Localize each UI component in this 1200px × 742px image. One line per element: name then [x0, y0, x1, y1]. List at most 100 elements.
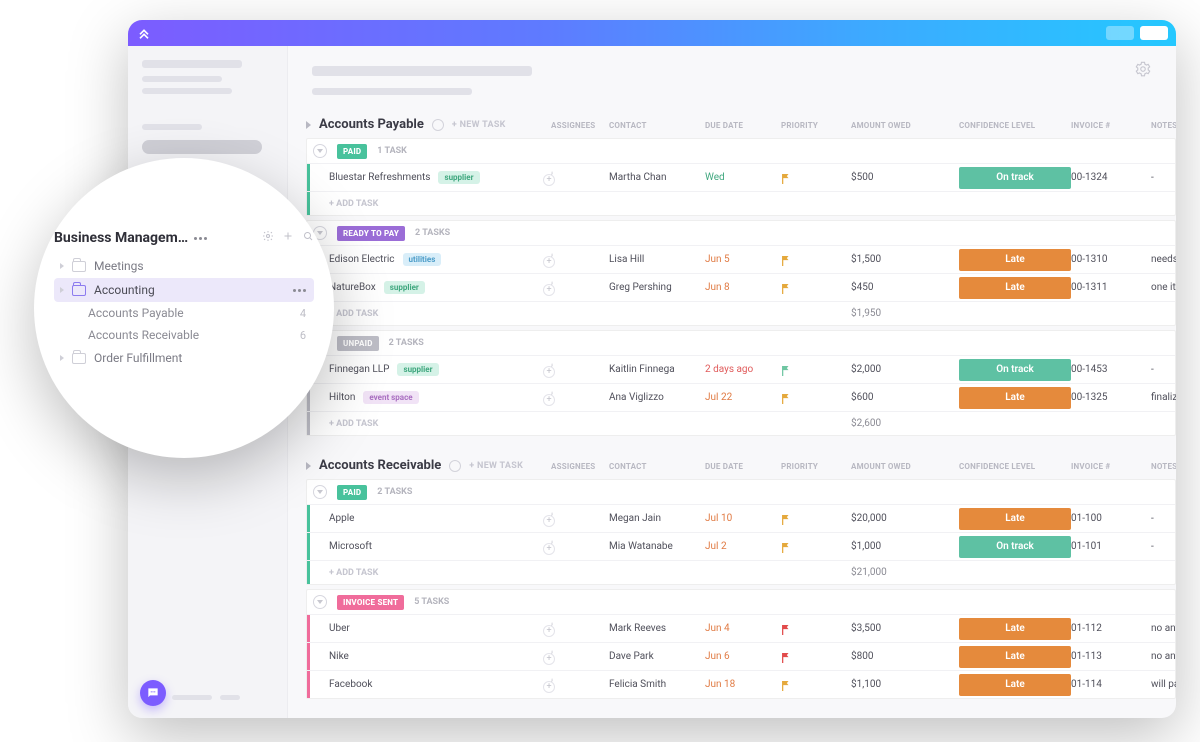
due-date-cell[interactable]: Jun 8	[705, 282, 781, 293]
chat-fab[interactable]	[140, 680, 166, 706]
contact-cell: Felicia Smith	[609, 679, 705, 690]
task-row[interactable]: UberMark ReevesJun 4$3,500Late01-112no a…	[307, 614, 1175, 642]
priority-flag-icon[interactable]	[781, 542, 791, 552]
priority-flag-icon[interactable]	[781, 624, 791, 634]
confidence-badge[interactable]: Late	[959, 508, 1071, 530]
assignee-add-icon[interactable]	[551, 650, 553, 663]
task-row[interactable]: AppleMegan JainJul 10$20,000Late01-100-	[307, 504, 1175, 532]
status-chip[interactable]: INVOICE SENT	[337, 595, 404, 610]
tag[interactable]: event space	[363, 391, 418, 404]
assignee-add-icon[interactable]	[551, 391, 553, 404]
priority-flag-icon[interactable]	[781, 365, 791, 375]
group-collapse-icon[interactable]	[313, 485, 327, 499]
priority-flag-icon[interactable]	[781, 173, 791, 183]
status-chip[interactable]: READY TO PAY	[337, 226, 405, 241]
gear-icon[interactable]	[262, 230, 274, 246]
space-header[interactable]: Business Managem…	[54, 230, 314, 254]
titlebar-button[interactable]	[1106, 26, 1134, 40]
search-icon[interactable]	[302, 230, 314, 246]
task-count: 2 TASKS	[389, 338, 424, 348]
priority-flag-icon[interactable]	[781, 680, 791, 690]
invoice-cell: 00-1311	[1071, 282, 1151, 293]
settings-icon[interactable]	[1134, 60, 1152, 82]
priority-flag-icon[interactable]	[781, 283, 791, 293]
magnifier-overlay: Business Managem… MeetingsAccountingAcco…	[34, 158, 334, 458]
task-row[interactable]: NikeDave ParkJun 6$800Late01-113no answe…	[307, 642, 1175, 670]
contact-cell: Mia Watanabe	[609, 541, 705, 552]
group-collapse-icon[interactable]	[313, 144, 327, 158]
assignee-add-icon[interactable]	[551, 540, 553, 553]
task-row[interactable]: NatureBoxsupplierGreg PershingJun 8$450L…	[307, 273, 1175, 301]
tag[interactable]: supplier	[438, 171, 479, 184]
add-task-row[interactable]: + ADD TASK$21,000	[307, 560, 1175, 584]
due-date-cell[interactable]: Wed	[705, 172, 781, 183]
sidebar-list[interactable]: Accounts Payable4	[54, 302, 314, 324]
confidence-badge[interactable]: Late	[959, 674, 1071, 696]
assignee-add-icon[interactable]	[551, 171, 553, 184]
sidebar-folder[interactable]: Accounting	[54, 278, 314, 302]
priority-flag-icon[interactable]	[781, 514, 791, 524]
due-date-cell[interactable]: 2 days ago	[705, 364, 781, 375]
assignee-add-icon[interactable]	[551, 622, 553, 635]
due-date-cell[interactable]: Jun 18	[705, 679, 781, 690]
task-row[interactable]: FacebookFelicia SmithJun 18$1,100Late01-…	[307, 670, 1175, 698]
notes-cell: no anwer	[1151, 623, 1176, 634]
sidebar-list[interactable]: Accounts Receivable6	[54, 324, 314, 346]
group-collapse-icon[interactable]	[313, 595, 327, 609]
assignee-add-icon[interactable]	[551, 281, 553, 294]
placeholder	[312, 88, 472, 95]
amount-cell: $3,500	[851, 623, 959, 634]
task-name: Uber	[329, 623, 350, 634]
due-date-cell[interactable]: Jul 22	[705, 392, 781, 403]
amount-cell: $1,500	[851, 254, 959, 265]
confidence-badge[interactable]: On track	[959, 359, 1071, 381]
folder-icon	[72, 261, 86, 272]
tag[interactable]: utilities	[403, 253, 442, 266]
due-date-cell[interactable]: Jun 5	[705, 254, 781, 265]
task-name: Nike	[329, 651, 349, 662]
due-date-cell[interactable]: Jul 2	[705, 541, 781, 552]
confidence-badge[interactable]: Late	[959, 249, 1071, 271]
task-row[interactable]: MicrosoftMia WatanabeJul 2$1,000On track…	[307, 532, 1175, 560]
plus-icon[interactable]	[282, 230, 294, 246]
task-count: 1 TASK	[377, 146, 407, 156]
status-chip[interactable]: PAID	[337, 144, 367, 159]
task-row[interactable]: Hiltonevent spaceAna ViglizzoJul 22$600L…	[307, 383, 1175, 411]
task-count: 5 TASKS	[414, 597, 449, 607]
task-row[interactable]: Edison ElectricutilitiesLisa HillJun 5$1…	[307, 245, 1175, 273]
confidence-badge[interactable]: Late	[959, 277, 1071, 299]
confidence-badge[interactable]: Late	[959, 646, 1071, 668]
more-icon[interactable]	[293, 289, 314, 292]
due-date-cell[interactable]: Jun 6	[705, 651, 781, 662]
confidence-badge[interactable]: Late	[959, 618, 1071, 640]
assignee-add-icon[interactable]	[551, 678, 553, 691]
task-row[interactable]: Finnegan LLPsupplierKaitlin Finnega2 day…	[307, 355, 1175, 383]
placeholder	[220, 695, 240, 700]
sidebar-folder[interactable]: Meetings	[54, 254, 314, 278]
status-chip[interactable]: UNPAID	[337, 336, 379, 351]
tag[interactable]: supplier	[397, 363, 438, 376]
due-date-cell[interactable]: Jul 10	[705, 513, 781, 524]
add-task-row[interactable]: + ADD TASK	[307, 191, 1175, 215]
priority-flag-icon[interactable]	[781, 393, 791, 403]
caret-icon	[60, 287, 64, 293]
tag[interactable]: supplier	[384, 281, 425, 294]
priority-flag-icon[interactable]	[781, 652, 791, 662]
assignee-add-icon[interactable]	[551, 363, 553, 376]
due-date-cell[interactable]: Jun 4	[705, 623, 781, 634]
confidence-badge[interactable]: On track	[959, 167, 1071, 189]
status-chip[interactable]: PAID	[337, 485, 367, 500]
task-row[interactable]: Bluestar RefreshmentssupplierMartha Chan…	[307, 163, 1175, 191]
priority-flag-icon[interactable]	[781, 255, 791, 265]
add-task-row[interactable]: + ADD TASK$2,600	[307, 411, 1175, 435]
assignee-add-icon[interactable]	[551, 512, 553, 525]
sidebar-folder[interactable]: Order Fulfillment	[54, 346, 314, 370]
task-group: READY TO PAY2 TASKSEdison Electricutilit…	[306, 220, 1176, 326]
more-icon[interactable]	[194, 237, 207, 240]
assignee-add-icon[interactable]	[551, 253, 553, 266]
confidence-badge[interactable]: On track	[959, 536, 1071, 558]
notes-cell: -	[1151, 541, 1176, 552]
titlebar-button[interactable]	[1140, 26, 1168, 40]
confidence-badge[interactable]: Late	[959, 387, 1071, 409]
add-task-row[interactable]: + ADD TASK$1,950	[307, 301, 1175, 325]
